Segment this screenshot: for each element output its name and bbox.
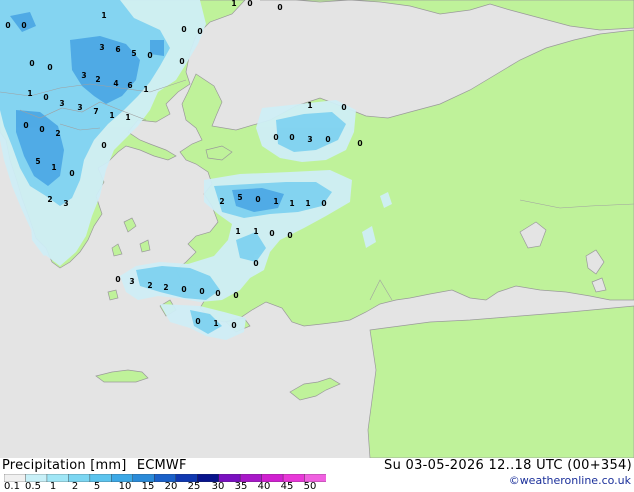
grid-value: 0 bbox=[101, 141, 106, 150]
grid-value: 0 bbox=[321, 199, 326, 208]
map-title: Precipitation [mm] ECMWF bbox=[2, 458, 187, 473]
grid-value: 2 bbox=[47, 195, 52, 204]
map-footer: Precipitation [mm] ECMWF Su 03-05-2026 1… bbox=[0, 458, 634, 492]
grid-value: 0 bbox=[29, 59, 34, 68]
grid-value: 2 bbox=[219, 197, 224, 206]
grid-value: 3 bbox=[129, 277, 134, 286]
grid-value: 0 bbox=[179, 57, 184, 66]
grid-value: 0 bbox=[115, 275, 120, 284]
grid-value: 1 bbox=[307, 101, 312, 110]
grid-value: 0 bbox=[147, 51, 152, 60]
legend-tick-label: 0.5 bbox=[25, 481, 41, 492]
grid-value: 2 bbox=[147, 281, 152, 290]
grid-value: 1 bbox=[235, 227, 240, 236]
grid-value: 0 bbox=[325, 135, 330, 144]
grid-value: 2 bbox=[95, 75, 100, 84]
grid-value: 0 bbox=[195, 317, 200, 326]
grid-value: 0 bbox=[357, 139, 362, 148]
grid-value: 1 bbox=[305, 199, 310, 208]
grid-value: 1 bbox=[231, 0, 236, 8]
title-parameter: Precipitation [mm] bbox=[2, 458, 127, 473]
grid-value: 0 bbox=[181, 285, 186, 294]
grid-value: 7 bbox=[93, 107, 98, 116]
grid-value: 0 bbox=[231, 321, 236, 330]
title-model: ECMWF bbox=[136, 458, 187, 473]
grid-value: 5 bbox=[131, 49, 136, 58]
grid-value: 0 bbox=[39, 125, 44, 134]
grid-value: 0 bbox=[215, 289, 220, 298]
legend-tick-label: 1 bbox=[49, 481, 57, 492]
grid-value: 0 bbox=[341, 103, 346, 112]
grid-value: 0 bbox=[269, 229, 274, 238]
grid-value: 0 bbox=[253, 259, 258, 268]
legend-tick-label: 0.1 bbox=[4, 481, 20, 492]
legend-tick-label: 15 bbox=[141, 481, 155, 492]
grid-value: 1 bbox=[125, 113, 130, 122]
grid-value: 2 bbox=[163, 283, 168, 292]
grid-value: 3 bbox=[63, 199, 68, 208]
grid-value: 0 bbox=[287, 231, 292, 240]
grid-value: 1 bbox=[109, 111, 114, 120]
grid-value: 0 bbox=[277, 3, 282, 12]
grid-value: 6 bbox=[115, 45, 120, 54]
legend-tick-label: 40 bbox=[257, 481, 271, 492]
grid-value: 1 bbox=[253, 227, 258, 236]
grid-value: 3 bbox=[81, 71, 86, 80]
grid-value: 0 bbox=[199, 287, 204, 296]
legend-tick-label: 20 bbox=[164, 481, 178, 492]
grid-value: 0 bbox=[197, 27, 202, 36]
grid-value: 0 bbox=[247, 0, 252, 8]
grid-value: 0 bbox=[289, 133, 294, 142]
grid-value: 1 bbox=[101, 11, 106, 20]
grid-value: 2 bbox=[55, 129, 60, 138]
legend-tick-label: 35 bbox=[234, 481, 248, 492]
grid-value: 1 bbox=[273, 197, 278, 206]
grid-value: 3 bbox=[59, 99, 64, 108]
grid-value: 0 bbox=[5, 21, 10, 30]
grid-value: 1 bbox=[143, 85, 148, 94]
legend-tick-label: 5 bbox=[93, 481, 101, 492]
grid-value: 0 bbox=[69, 169, 74, 178]
grid-value: 0 bbox=[43, 93, 48, 102]
legend-tick-label: 10 bbox=[118, 481, 132, 492]
grid-value: 3 bbox=[307, 135, 312, 144]
legend-tick-label: 45 bbox=[280, 481, 294, 492]
grid-value: 0 bbox=[255, 195, 260, 204]
grid-value: 0 bbox=[23, 121, 28, 130]
grid-value: 1 bbox=[289, 199, 294, 208]
grid-value: 5 bbox=[237, 193, 242, 202]
grid-value: 3 bbox=[77, 103, 82, 112]
grid-value: 1 bbox=[51, 163, 56, 172]
credit-text: ©weatheronline.co.uk bbox=[508, 474, 631, 487]
grid-value: 5 bbox=[35, 157, 40, 166]
valid-time: Su 03-05-2026 12..18 UTC (00+354) bbox=[384, 458, 632, 473]
grid-value: 0 bbox=[273, 133, 278, 142]
grid-value: 6 bbox=[127, 81, 132, 90]
grid-value: 0 bbox=[21, 21, 26, 30]
grid-value: 0 bbox=[233, 291, 238, 300]
precipitation-map: 10 0 0 01 0 03 6 5 00 003 2 4 6 11 03 3 7 1 10 0 21 00 0 3 0 0510… bbox=[0, 0, 634, 458]
grid-value: 0 bbox=[47, 63, 52, 72]
grid-value: 1 bbox=[213, 319, 218, 328]
legend-tick-label: 30 bbox=[211, 481, 225, 492]
grid-value: 4 bbox=[113, 79, 118, 88]
legend-tick-label: 2 bbox=[71, 481, 79, 492]
grid-value: 1 bbox=[27, 89, 32, 98]
legend-tick-label: 50 bbox=[303, 481, 317, 492]
legend-tick-label: 25 bbox=[187, 481, 201, 492]
grid-value: 3 bbox=[99, 43, 104, 52]
grid-value: 0 bbox=[181, 25, 186, 34]
